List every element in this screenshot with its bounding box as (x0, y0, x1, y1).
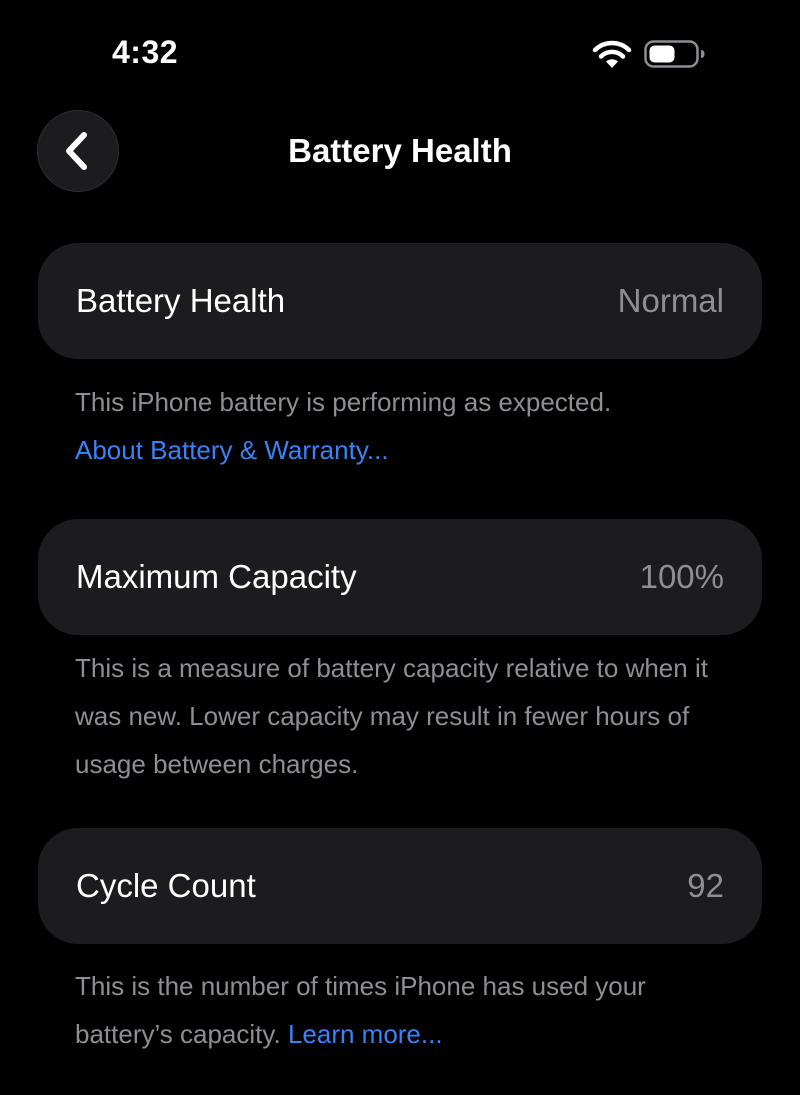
cycle-count-value: 92 (687, 867, 724, 904)
battery-health-label: Battery Health (76, 282, 286, 319)
maximum-capacity-label: Maximum Capacity (76, 558, 357, 595)
battery-health-row: Battery Health Normal (38, 243, 762, 359)
wifi-icon (592, 40, 632, 68)
battery-health-note: This iPhone battery is performing as exp… (75, 378, 755, 474)
about-battery-warranty-link[interactable]: About Battery & Warranty... (75, 435, 389, 465)
maximum-capacity-row: Maximum Capacity 100% (38, 519, 762, 635)
maximum-capacity-note: This is a measure of battery capacity re… (75, 644, 735, 788)
battery-health-value: Normal (617, 282, 724, 319)
maximum-capacity-value: 100% (639, 558, 724, 595)
maximum-capacity-description: This is a measure of battery capacity re… (75, 653, 708, 779)
cycle-count-label: Cycle Count (76, 867, 256, 904)
cycle-count-note: This is the number of times iPhone has u… (75, 962, 695, 1058)
battery-icon (644, 40, 705, 68)
battery-health-description: This iPhone battery is performing as exp… (75, 387, 612, 417)
cycle-count-row: Cycle Count 92 (38, 828, 762, 944)
status-bar: 4:32 (0, 0, 800, 100)
learn-more-link[interactable]: Learn more... (288, 1019, 443, 1049)
page-title: Battery Health (288, 132, 512, 169)
status-time: 4:32 (112, 34, 179, 70)
